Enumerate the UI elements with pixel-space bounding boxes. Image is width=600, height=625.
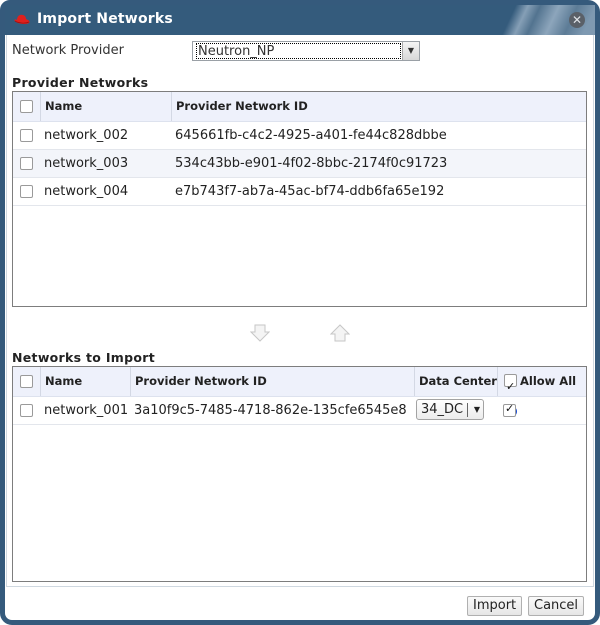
networks-to-import-table: Name Provider Network ID Data Center All… [12, 366, 587, 582]
allow-all-checkbox[interactable] [504, 372, 517, 401]
row-checkbox[interactable] [20, 129, 33, 142]
arrow-down-icon[interactable] [250, 323, 270, 343]
allow-all-label: Allow All [520, 374, 577, 388]
data-center-value: 34_DC [421, 402, 464, 417]
network-name: network_004 [44, 184, 129, 199]
networks-to-import-title: Networks to Import [12, 350, 155, 365]
row-checkbox[interactable] [20, 404, 33, 417]
network-provider-select[interactable]: Neutron_NP ▼ [192, 41, 420, 61]
column-header-data-center[interactable]: Data Center [414, 367, 497, 396]
table-row[interactable]: network_002 645661fb-c4c2-4925-a401-fe44… [13, 122, 586, 150]
provider-network-id: 534c43bb-e901-4f02-8bbc-2174f0c91723 [175, 156, 448, 171]
column-header-provider-network-id[interactable]: Provider Network ID [130, 367, 414, 396]
redhat-logo-icon [14, 14, 30, 24]
select-separator [467, 403, 468, 417]
provider-networks-table: Name Provider Network ID network_002 645… [12, 91, 587, 307]
table-row[interactable]: network_001 3a10f9c5-7485-4718-862e-135c… [13, 397, 586, 425]
allow-all-row-checkbox[interactable] [503, 402, 516, 417]
column-header-provider-network-id[interactable]: Provider Network ID [171, 92, 586, 121]
dialog-title: Import Networks [37, 11, 173, 27]
network-provider-label: Network Provider [12, 43, 124, 58]
provider-network-id: 3a10f9c5-7485-4718-862e-135cfe6545e8 [134, 403, 407, 418]
provider-network-id: 645661fb-c4c2-4925-a401-fe44c828dbbe [175, 128, 447, 143]
network-provider-value: Neutron_NP [196, 43, 401, 59]
network-name: network_003 [44, 156, 129, 171]
import-button[interactable]: Import [467, 596, 523, 616]
select-all-checkbox[interactable] [20, 375, 33, 388]
column-header-allow-all: Allow All? [497, 367, 586, 417]
chevron-down-icon[interactable]: ▼ [402, 42, 419, 60]
table-header: Name Provider Network ID Data Center All… [13, 367, 586, 417]
table-row[interactable]: network_003 534c43bb-e901-4f02-8bbc-2174… [13, 150, 586, 178]
provider-network-id: e7b743f7-ab7a-45ac-bf74-ddb6fa65e192 [175, 184, 445, 199]
column-header-name[interactable]: Name [40, 367, 130, 396]
close-icon[interactable]: ✕ [569, 12, 585, 28]
dialog-titlebar[interactable]: Import Networks ✕ [5, 5, 595, 35]
network-name: network_001 [44, 403, 129, 418]
column-header-name[interactable]: Name [40, 92, 171, 121]
provider-networks-title: Provider Networks [12, 75, 149, 90]
chevron-down-icon[interactable]: ▼ [474, 400, 480, 419]
table-header: Name Provider Network ID [13, 92, 586, 122]
table-row[interactable]: network_004 e7b743f7-ab7a-45ac-bf74-ddb6… [13, 178, 586, 206]
row-checkbox[interactable] [20, 185, 33, 198]
network-name: network_002 [44, 128, 129, 143]
select-all-checkbox[interactable] [20, 100, 33, 113]
arrow-up-icon[interactable] [330, 323, 350, 343]
data-center-select[interactable]: 34_DC ▼ [416, 399, 484, 420]
row-checkbox[interactable] [20, 157, 33, 170]
cancel-button[interactable]: Cancel [528, 596, 585, 616]
